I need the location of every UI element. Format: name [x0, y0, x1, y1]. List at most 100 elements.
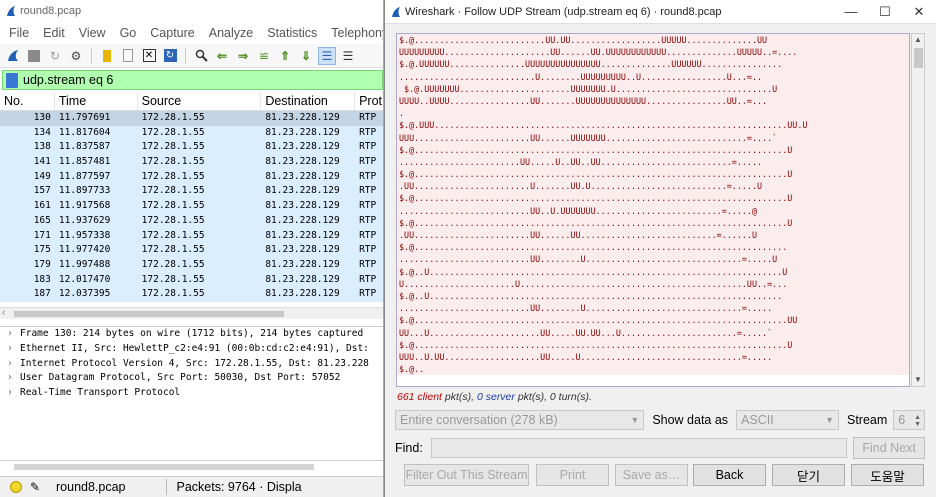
colorize-icon[interactable]: ☰: [339, 47, 357, 65]
table-row[interactable]: 149 11.877597 172.28.1.55 81.23.228.129 …: [0, 169, 383, 185]
find-input[interactable]: [430, 438, 848, 458]
stream-line: $.@.....................................…: [397, 168, 909, 181]
expand-arrow-icon[interactable]: ›: [0, 386, 20, 401]
last-packet-icon[interactable]: ⇓: [297, 47, 315, 65]
go-back-icon[interactable]: ⇐: [213, 47, 231, 65]
table-row[interactable]: 171 11.957338 172.28.1.55 81.23.228.129 …: [0, 228, 383, 244]
menu-statistics[interactable]: Statistics: [260, 26, 324, 40]
spin-down-icon[interactable]: ▼: [914, 421, 921, 428]
capture-options-icon[interactable]: ⚙: [67, 47, 85, 65]
menu-go[interactable]: Go: [113, 26, 144, 40]
table-row[interactable]: 138 11.837587 172.28.1.55 81.23.228.129 …: [0, 140, 383, 156]
table-row[interactable]: 175 11.977420 172.28.1.55 81.23.228.129 …: [0, 243, 383, 258]
back-button[interactable]: Back: [693, 464, 766, 486]
maximize-icon[interactable]: ☐: [868, 0, 902, 24]
show-data-as-select[interactable]: ASCII ▼: [736, 410, 839, 430]
main-window-title: round8.pcap: [20, 5, 82, 17]
bytes-pane-scrollbar[interactable]: [0, 460, 383, 474]
scroll-down-icon[interactable]: ▼: [912, 374, 924, 386]
table-row[interactable]: 179 11.997488 172.28.1.55 81.23.228.129 …: [0, 257, 383, 273]
first-packet-icon[interactable]: ⇑: [276, 47, 294, 65]
stop-capture-icon[interactable]: [25, 47, 43, 65]
display-filter-bar[interactable]: udp.stream eq 6: [2, 70, 383, 90]
menu-capture[interactable]: Capture: [143, 26, 201, 40]
toolbar-separator: [91, 47, 92, 64]
start-capture-icon[interactable]: [4, 47, 22, 65]
detail-row[interactable]: › Ethernet II, Src: HewlettP_c2:e4:91 (00…: [0, 342, 383, 357]
expand-arrow-icon[interactable]: ›: [0, 342, 20, 357]
detail-row[interactable]: › Frame 130: 214 bytes on wire (1712 bits…: [0, 327, 383, 342]
close-icon[interactable]: ✕: [902, 0, 936, 24]
close-button[interactable]: 닫기: [772, 464, 845, 486]
scroll-thumb[interactable]: [14, 311, 284, 317]
summary-text: pkt(s), 0 turn(s).: [514, 391, 592, 403]
column-no[interactable]: No.: [0, 92, 55, 110]
help-button[interactable]: 도움말: [851, 464, 924, 486]
detail-row[interactable]: › Real-Time Transport Protocol: [0, 386, 383, 401]
expand-arrow-icon[interactable]: ›: [0, 357, 20, 372]
conversation-select[interactable]: Entire conversation (278 kB) ▼: [395, 410, 645, 430]
table-row[interactable]: 187 12.037395 172.28.1.55 81.23.228.129 …: [0, 287, 383, 302]
print-button[interactable]: Print: [536, 464, 609, 486]
cell-source: 172.28.1.55: [141, 288, 205, 300]
menu-telephony[interactable]: Telephony: [324, 26, 383, 40]
minimize-icon[interactable]: —: [834, 0, 868, 24]
cell-destination: 81.23.228.129: [265, 126, 340, 138]
detail-row[interactable]: › Internet Protocol Version 4, Src: 172.2…: [0, 357, 383, 372]
table-row[interactable]: 130 11.797691 172.28.1.55 81.23.228.129 …: [0, 111, 383, 126]
display-filter-input[interactable]: udp.stream eq 6: [23, 73, 113, 87]
table-row[interactable]: 157 11.897733 172.28.1.55 81.23.228.129 …: [0, 184, 383, 200]
go-forward-icon[interactable]: ⇒: [234, 47, 252, 65]
table-row[interactable]: 183 12.017470 172.28.1.55 81.23.228.129 …: [0, 272, 383, 288]
expand-arrow-icon[interactable]: ›: [0, 371, 20, 386]
wireshark-fin-icon: [392, 6, 400, 17]
menu-analyze[interactable]: Analyze: [202, 26, 260, 40]
table-row[interactable]: 161 11.917568 172.28.1.55 81.23.228.129 …: [0, 199, 383, 214]
stream-line: UUU.......................UU......UUUUUU…: [397, 131, 909, 144]
file-icon[interactable]: [119, 47, 137, 65]
reload-file-icon[interactable]: ↻: [161, 47, 179, 65]
stream-content[interactable]: $.@..........................UU.UU......…: [396, 33, 910, 387]
detail-text: Frame 130: 214 bytes on wire (1712 bits)…: [20, 328, 364, 339]
column-source[interactable]: Source: [138, 92, 262, 110]
detail-text: Internet Protocol Version 4, Src: 172.28…: [20, 357, 369, 369]
menu-view[interactable]: View: [72, 26, 113, 40]
column-protocol[interactable]: Prot: [355, 92, 383, 110]
cell-time: 11.877597: [58, 170, 111, 182]
scroll-left-icon[interactable]: ‹: [2, 307, 5, 318]
stream-vscrollbar[interactable]: ▲ ▼: [911, 33, 925, 387]
expert-info-led-icon[interactable]: [10, 481, 22, 493]
column-time[interactable]: Time: [55, 92, 138, 110]
table-row[interactable]: 134 11.817604 172.28.1.55 81.23.228.129 …: [0, 125, 383, 141]
table-row[interactable]: 165 11.937629 172.28.1.55 81.23.228.129 …: [0, 213, 383, 229]
cell-time: 11.897733: [58, 185, 111, 197]
bookmark-icon[interactable]: [6, 72, 18, 88]
conversation-value: Entire conversation (278 kB): [400, 413, 558, 427]
stream-number-spinbox[interactable]: 6 ▲ ▼: [893, 410, 925, 430]
cell-protocol: RTP: [359, 200, 377, 212]
scroll-thumb[interactable]: [914, 48, 923, 68]
scroll-up-icon[interactable]: ▲: [912, 34, 924, 46]
save-as-button[interactable]: Save as…: [615, 464, 688, 486]
go-to-packet-icon[interactable]: ≌: [255, 47, 273, 65]
cell-source: 172.28.1.55: [141, 229, 205, 241]
restart-capture-icon[interactable]: ↻: [46, 47, 64, 65]
open-file-icon[interactable]: [98, 47, 116, 65]
find-next-button[interactable]: Find Next: [853, 437, 925, 459]
detail-row[interactable]: › User Datagram Protocol, Src Port: 50030…: [0, 371, 383, 386]
scroll-thumb[interactable]: [14, 464, 314, 470]
menu-file[interactable]: File: [2, 26, 36, 40]
column-destination[interactable]: Destination: [261, 92, 356, 110]
main-titlebar: round8.pcap: [0, 0, 383, 22]
filter-out-stream-button[interactable]: Filter Out This Stream: [404, 464, 529, 486]
close-file-icon[interactable]: ✕: [140, 47, 158, 65]
table-row[interactable]: 141 11.857481 172.28.1.55 81.23.228.129 …: [0, 155, 383, 170]
menu-bar: File Edit View Go Capture Analyze Statis…: [0, 22, 383, 44]
packet-list-hscrollbar[interactable]: ‹: [0, 307, 383, 319]
spin-up-icon[interactable]: ▲: [914, 414, 921, 421]
autoscroll-icon[interactable]: ☰: [318, 46, 336, 65]
expand-arrow-icon[interactable]: ›: [0, 327, 20, 342]
find-packet-icon[interactable]: [192, 47, 210, 65]
edit-comment-icon[interactable]: ✎: [30, 480, 44, 494]
menu-edit[interactable]: Edit: [36, 26, 72, 40]
